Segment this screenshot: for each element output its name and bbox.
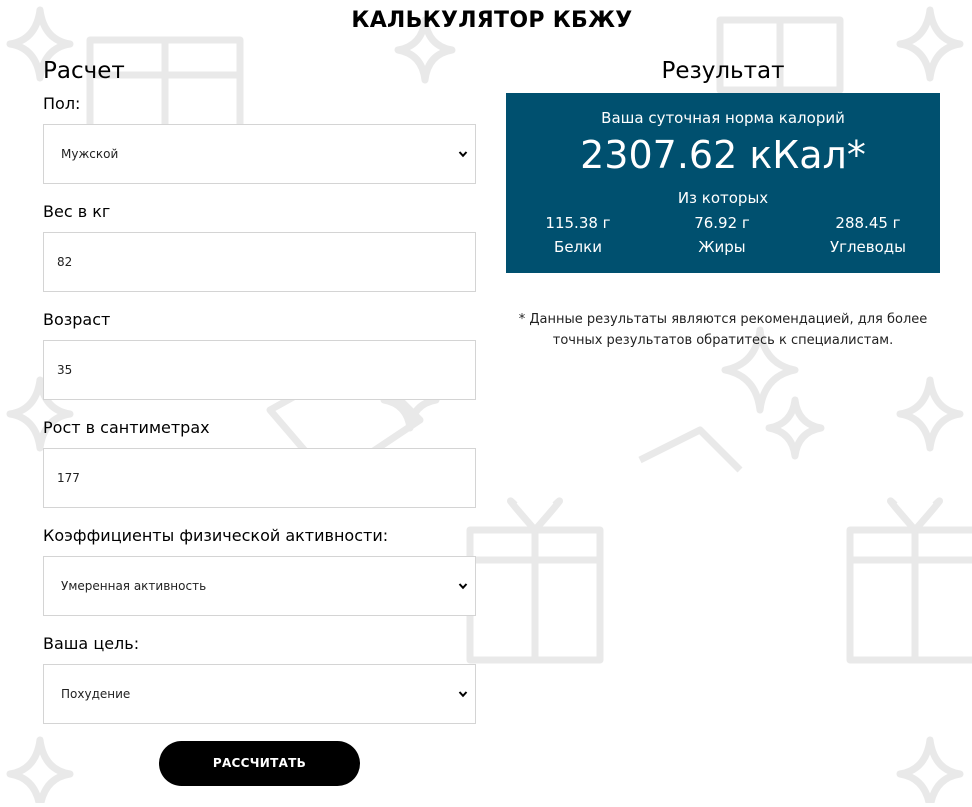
calculate-button[interactable]: РАССЧИТАТЬ <box>159 741 360 786</box>
age-field[interactable]: 35 <box>43 340 476 400</box>
weight-field[interactable]: 82 <box>43 232 476 292</box>
gift-icon <box>846 497 972 664</box>
calorie-caption: Ваша суточная норма калорий <box>601 109 845 127</box>
goal-select[interactable]: Похудение <box>43 664 476 724</box>
macro-amount: 115.38 г <box>545 214 611 232</box>
macro-name: Углеводы <box>829 238 907 256</box>
activity-label: Коэффициенты физической активности: <box>43 526 389 545</box>
gender-select-value: Мужской <box>61 147 119 161</box>
sparkle-icon <box>896 376 964 452</box>
chevron-down-icon <box>458 151 468 158</box>
page-title: КАЛЬКУЛЯТОР КБЖУ <box>351 8 633 33</box>
height-label: Рост в сантиметрах <box>43 418 210 437</box>
result-panel: Ваша суточная норма калорий 2307.62 кКал… <box>506 93 940 273</box>
macro-amount: 288.45 г <box>835 214 901 232</box>
macro-amount: 76.92 г <box>694 214 750 232</box>
weight-label: Вес в кг <box>43 202 111 221</box>
result-disclaimer: * Данные результаты являются рекомендаци… <box>518 312 928 348</box>
goal-select-value: Похудение <box>61 687 131 701</box>
goal-label: Ваша цель: <box>43 634 140 653</box>
gender-label: Пол: <box>43 94 81 113</box>
sparkle-icon <box>6 736 74 807</box>
macros-caption: Из которых <box>677 189 769 207</box>
chevron-down-icon <box>458 583 468 590</box>
gift-icon <box>466 497 604 664</box>
calorie-value: 2307.62 кКал* <box>580 133 866 177</box>
sparkle-icon <box>896 736 964 807</box>
weight-field-value: 82 <box>57 255 73 269</box>
sparkle-icon <box>765 396 825 460</box>
macro-fat: 76.92 г Жиры <box>662 211 782 259</box>
activity-select-value: Умеренная активность <box>61 579 207 593</box>
calculation-form: Расчет Пол: Мужской Вес в кг 82 Возраст … <box>43 56 476 742</box>
height-field[interactable]: 177 <box>43 448 476 508</box>
macro-carbs: 288.45 г Углеводы <box>808 211 928 259</box>
macro-protein: 115.38 г Белки <box>518 211 638 259</box>
height-field-value: 177 <box>57 471 80 485</box>
macro-name: Жиры <box>698 238 746 256</box>
age-label: Возраст <box>43 310 111 329</box>
calculation-heading: Расчет <box>43 58 125 84</box>
chevron-down-icon <box>458 691 468 698</box>
macro-name: Белки <box>554 238 602 256</box>
age-field-value: 35 <box>57 363 73 377</box>
result-heading: Результат <box>661 58 785 84</box>
gender-select[interactable]: Мужской <box>43 124 476 184</box>
activity-select[interactable]: Умеренная активность <box>43 556 476 616</box>
